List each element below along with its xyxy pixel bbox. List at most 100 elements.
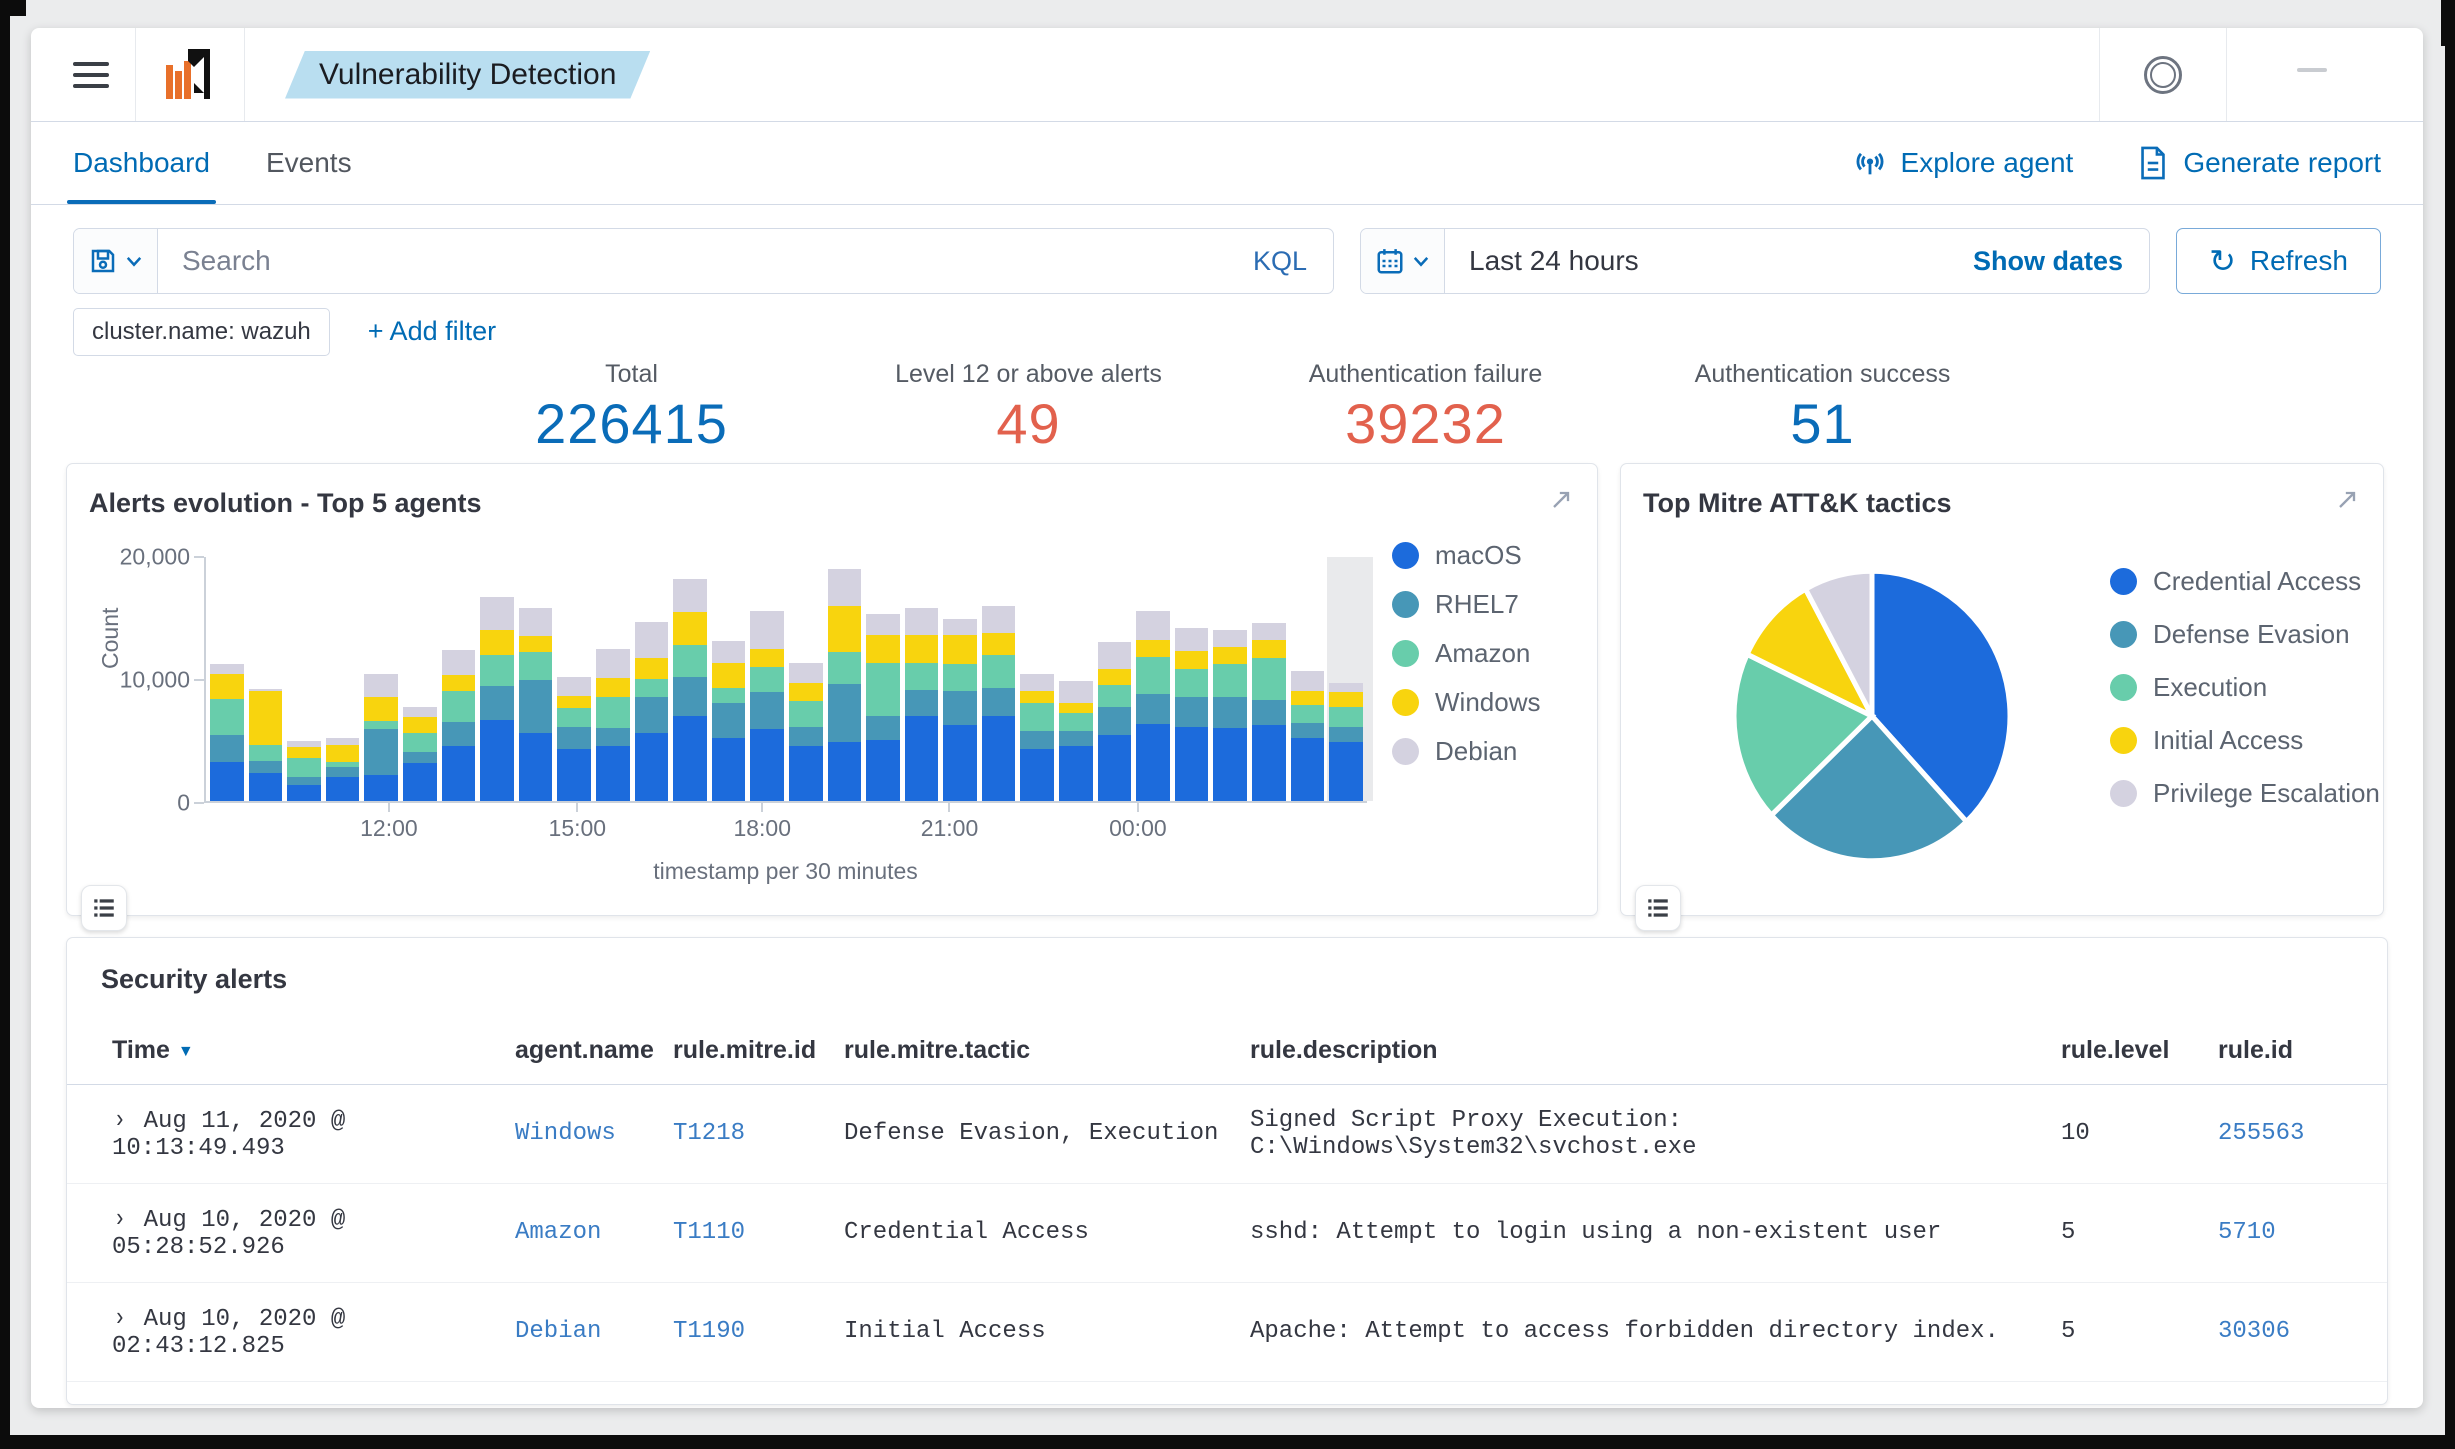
bar-column[interactable] [1213,557,1248,801]
column-header-rule-mitre-id[interactable]: rule.mitre.id [673,1018,844,1085]
bar-column[interactable] [1327,557,1373,801]
bar-column[interactable] [480,557,514,801]
bar-column[interactable] [287,557,321,801]
cell-agent-link[interactable]: Debian [515,1282,673,1382]
refresh-button[interactable]: ↻ Refresh [2176,228,2381,294]
bar-column[interactable] [827,557,862,801]
table-row[interactable]: › Aug 11, 2020 @ 10:13:49.493 Windows T1218… [67,1084,2387,1184]
bar-column[interactable] [248,557,283,801]
y-axis-tickmark [194,802,204,804]
bar-column[interactable] [210,557,244,801]
expand-row-chevron[interactable]: › [114,1303,126,1333]
desktop-background: Vulnerability Detection Dashboard Events [10,0,2445,1435]
bar-segment [1059,713,1093,732]
add-filter-button[interactable]: + Add filter [368,316,496,347]
expand-panel-icon[interactable] [2333,486,2361,514]
show-dates-button[interactable]: Show dates [1973,246,2149,277]
bar-column[interactable] [325,557,360,801]
inspect-panel-button[interactable] [1635,885,1681,931]
legend-item[interactable]: Amazon [1392,638,1540,669]
bar-column[interactable] [557,557,591,801]
cell-mitre-id-link[interactable]: T1190 [673,1282,844,1382]
bar-column[interactable] [1059,557,1093,801]
date-range-value[interactable]: Last 24 hours [1445,245,1973,277]
cell-agent-link[interactable]: Amazon [515,1183,673,1283]
bar-column[interactable] [1136,557,1170,801]
date-quick-select-button[interactable] [1361,229,1445,293]
legend-item[interactable]: Credential Access [2110,566,2380,597]
bar-column[interactable] [441,557,476,801]
bar-segment [1329,726,1363,743]
bar-column[interactable] [750,557,784,801]
bar-segment [1174,627,1209,651]
bar-column[interactable] [943,557,977,801]
filter-pill[interactable]: cluster.name: wazuh [73,307,330,356]
bar-segment [210,698,244,736]
legend-item[interactable]: Defense Evasion [2110,619,2380,650]
legend-item[interactable]: Execution [2110,672,2380,703]
cell-rule-id-link[interactable]: 5710 [2218,1183,2387,1283]
bar-segment [866,663,900,716]
x-axis-tick: 15:00 [548,815,607,841]
bar-column[interactable] [904,557,939,801]
cell-mitre-id-link[interactable]: T1218 [673,1084,844,1184]
cell-mitre-id-link[interactable]: T1110 [673,1183,844,1283]
legend-item[interactable]: Debian [1392,736,1540,767]
bar-column[interactable] [981,557,1016,801]
legend-item[interactable]: Initial Access [2110,725,2380,756]
generate-report-button[interactable]: Generate report [2137,146,2381,180]
explore-agent-button[interactable]: Explore agent [1853,146,2073,180]
table-row[interactable]: › Aug 10, 2020 @ 02:43:12.825 Debian T1190 I… [67,1282,2387,1382]
bar-column[interactable] [595,557,630,801]
bar-column[interactable] [1097,557,1132,801]
bar-segment [1097,642,1132,670]
bar-column[interactable] [711,557,746,801]
hamburger-menu-icon[interactable] [73,55,109,95]
legend-item[interactable]: Privilege Escalation [2110,778,2380,809]
bar-segment [904,690,939,716]
y-axis-tick: 20,000 [119,543,190,570]
table-row[interactable]: › Aug 10, 2020 @ 05:28:52.926 Amazon T1110 C… [67,1183,2387,1283]
inspect-panel-button[interactable] [81,885,127,931]
bar-column[interactable] [1252,557,1286,801]
expand-panel-icon[interactable] [1547,486,1575,514]
column-header-rule-mitre-tactic[interactable]: rule.mitre.tactic [844,1018,1250,1085]
bar-column[interactable] [788,557,823,801]
y-axis-tickmark [194,679,204,681]
legend-item[interactable]: RHEL7 [1392,589,1540,620]
kql-button[interactable]: KQL [1227,246,1333,277]
cell-agent-link[interactable]: Windows [515,1084,673,1184]
bar-column[interactable] [1174,557,1209,801]
column-header-time[interactable]: Time ▼ [67,1018,515,1085]
bar-column[interactable] [364,557,398,801]
tab-dashboard[interactable]: Dashboard [67,122,216,204]
bar-segment [1059,703,1093,714]
cell-rule-id-link[interactable]: 255563 [2218,1084,2387,1184]
header-dash-decoration [2297,68,2327,72]
status-ring-icon[interactable] [2144,55,2182,94]
column-header-rule-level[interactable]: rule.level [2061,1018,2218,1085]
expand-row-chevron[interactable]: › [114,1204,126,1234]
saved-queries-button[interactable] [74,229,158,293]
bar-column[interactable] [1020,557,1055,801]
bar-column[interactable] [634,557,669,801]
bar-column[interactable] [518,557,553,801]
column-header-rule-id[interactable]: rule.id [2218,1018,2387,1085]
bar-column[interactable] [1290,557,1325,801]
column-header-rule-description[interactable]: rule.description [1250,1018,2061,1085]
chevron-down-icon [1413,257,1428,267]
legend-item[interactable]: Windows [1392,687,1540,718]
bar-column[interactable] [866,557,900,801]
stat-value: 51 [1790,392,1855,455]
expand-row-chevron[interactable]: › [114,1105,126,1135]
wazuh-logo[interactable] [158,43,222,107]
bar-segment [402,763,437,801]
bar-column[interactable] [402,557,437,801]
bar-column[interactable] [673,557,707,801]
search-input[interactable] [158,229,1227,293]
bar-segment [943,635,977,665]
tab-events[interactable]: Events [266,122,352,204]
cell-rule-id-link[interactable]: 30306 [2218,1282,2387,1382]
column-header-agent-name[interactable]: agent.name [515,1018,673,1085]
legend-item[interactable]: macOS [1392,540,1540,571]
